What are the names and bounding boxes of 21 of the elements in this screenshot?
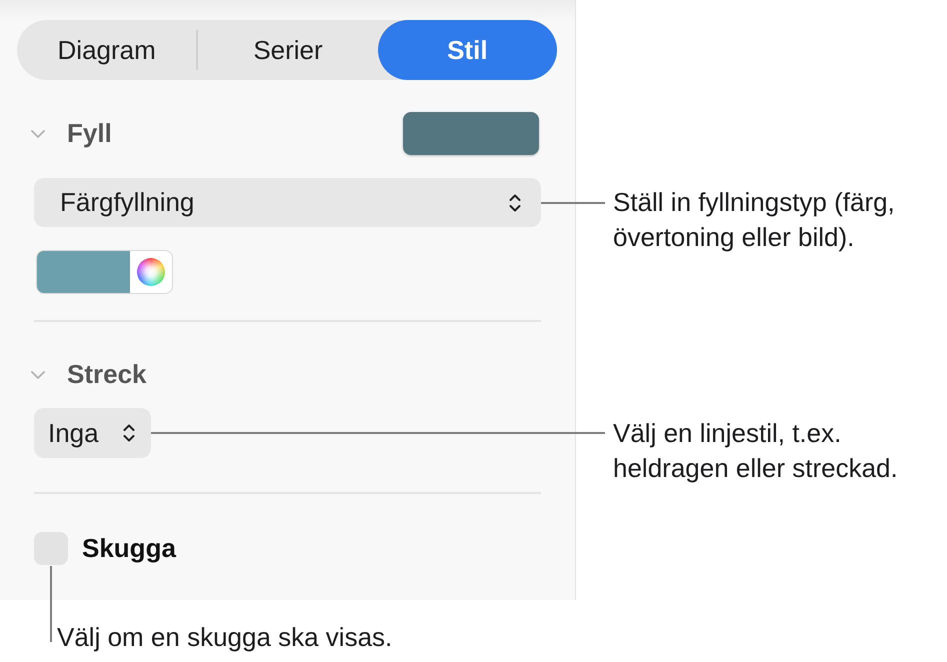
callout-text: Ställ in fyllningstyp (färg, övertoning eller bild). (613, 186, 895, 254)
section-title: Fyll (67, 118, 112, 149)
tab[interactable]: Serier (198, 20, 378, 80)
disclosure-chevron-icon[interactable] (31, 370, 45, 378)
color-well[interactable] (403, 112, 539, 155)
color-picker[interactable] (36, 250, 173, 294)
tab[interactable]: Diagram (17, 20, 196, 80)
up-down-chevron-icon (509, 192, 521, 212)
popup-button[interactable]: Färgfyllning (34, 178, 541, 227)
tab[interactable]: Stil (378, 20, 557, 80)
checkbox[interactable] (34, 532, 68, 565)
color-wheel-icon[interactable] (137, 258, 165, 286)
leader-line (541, 202, 605, 204)
color-swatch[interactable] (37, 251, 130, 293)
up-down-chevron-icon (122, 423, 135, 443)
checkbox-label: Skugga (82, 533, 176, 564)
callout-text: Välj om en skugga ska visas. (57, 621, 392, 654)
popup-button[interactable]: Inga (34, 408, 151, 458)
callout-text: Välj en linjestil, t.ex. heldragen eller streckad. (613, 416, 898, 484)
disclosure-chevron-icon[interactable] (31, 130, 45, 138)
section-title: Streck (67, 359, 146, 390)
